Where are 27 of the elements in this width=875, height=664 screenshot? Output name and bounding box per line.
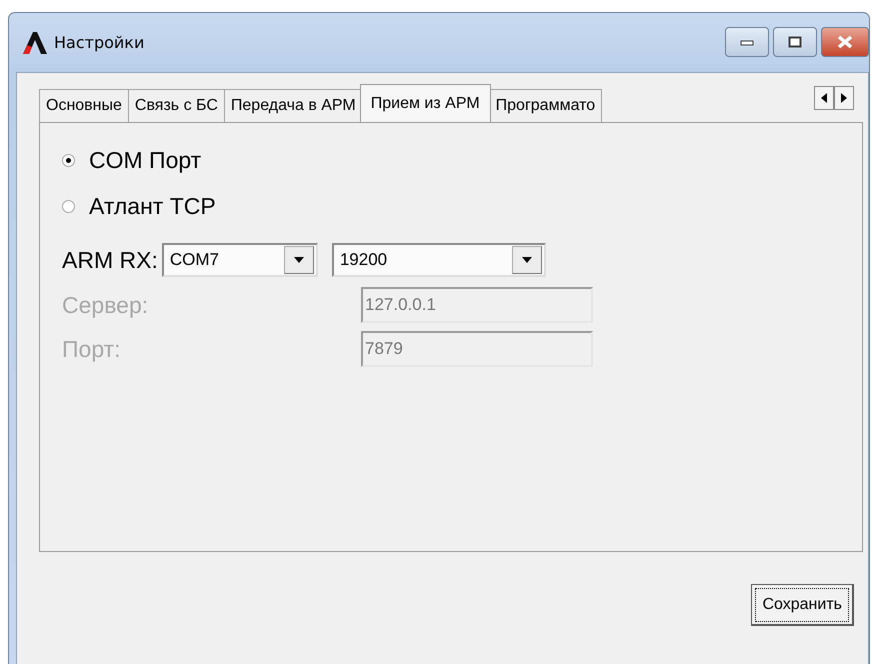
radio-button[interactable] bbox=[62, 200, 75, 212]
minimize-button[interactable] bbox=[725, 27, 769, 57]
maximize-button[interactable] bbox=[773, 27, 817, 57]
window-title: Настройки bbox=[54, 33, 144, 52]
scroll-right-button[interactable] bbox=[834, 86, 854, 110]
dropdown-arrow-icon bbox=[522, 257, 532, 263]
arm-rx-label: ARM RX: bbox=[62, 246, 158, 274]
dropdown-arrow-icon bbox=[294, 257, 304, 263]
tab[interactable]: Прием из АРМ bbox=[360, 84, 491, 122]
tab[interactable]: Программато bbox=[488, 89, 602, 122]
tab[interactable]: Основные bbox=[39, 89, 129, 122]
port-dropdown[interactable]: COM7 bbox=[162, 243, 318, 277]
left-triangle-icon bbox=[821, 93, 827, 103]
scroll-left-button[interactable] bbox=[814, 86, 834, 110]
maximize-icon bbox=[788, 36, 802, 48]
field-label: Порт: bbox=[62, 336, 122, 362]
field-label: Сервер: bbox=[62, 292, 150, 318]
minimize-icon bbox=[740, 38, 754, 46]
close-icon bbox=[836, 35, 854, 49]
baud-dropdown[interactable]: 19200 bbox=[332, 243, 546, 277]
right-triangle-icon bbox=[841, 93, 847, 103]
radio-label: Атлант TCP bbox=[89, 192, 216, 220]
radio-label: COM Порт bbox=[89, 146, 202, 174]
close-button[interactable] bbox=[821, 27, 869, 57]
radio-button[interactable] bbox=[62, 154, 75, 166]
logo-icon bbox=[22, 30, 48, 54]
save-button[interactable]: Сохранить bbox=[751, 584, 854, 626]
